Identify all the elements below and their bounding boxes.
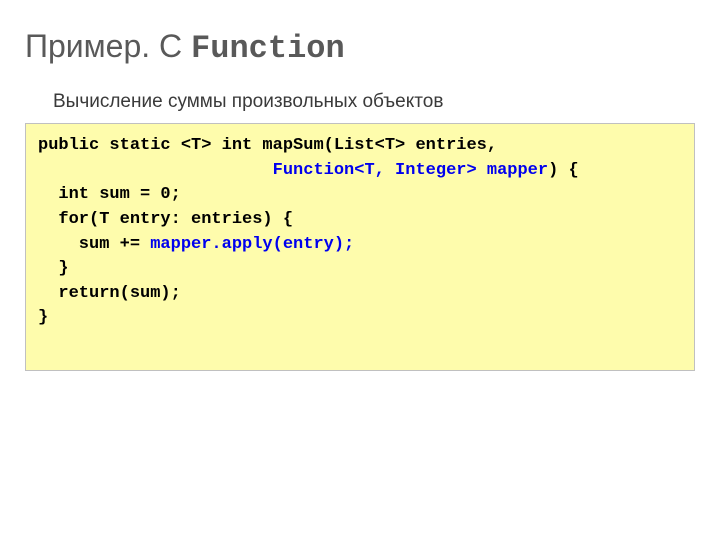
code-line: for(T entry: entries) { xyxy=(38,210,293,229)
code-highlight: Function<T, Integer> mapper xyxy=(273,161,548,180)
slide-subtitle: Вычисление суммы произвольных объектов xyxy=(53,91,695,113)
code-indent xyxy=(38,161,273,180)
code-line: return(sum); xyxy=(38,284,181,303)
code-line: } xyxy=(38,259,69,278)
code-line: int sum = 0; xyxy=(38,185,181,204)
title-text: Пример. С xyxy=(25,28,191,64)
code-line: public static <T> int mapSum(List<T> ent… xyxy=(38,136,497,155)
code-highlight: mapper.apply(entry); xyxy=(150,235,354,254)
title-code: Function xyxy=(191,30,345,67)
code-line: ) { xyxy=(548,161,579,180)
code-block: public static <T> int mapSum(List<T> ent… xyxy=(25,123,695,371)
code-line: sum += xyxy=(38,235,150,254)
code-line: } xyxy=(38,308,48,327)
slide-title: Пример. С Function xyxy=(25,28,695,67)
